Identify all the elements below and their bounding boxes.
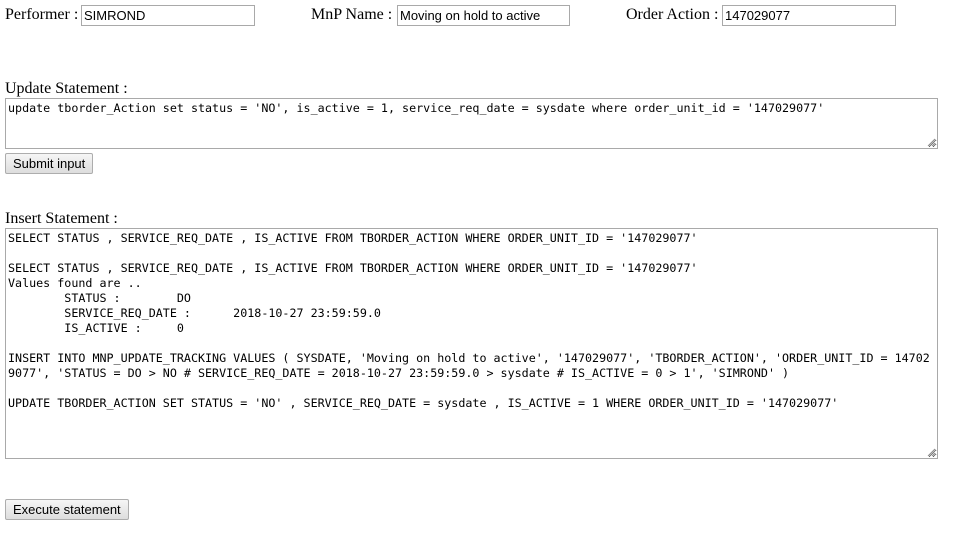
submit-input-button[interactable]: Submit input: [5, 153, 94, 174]
order-action-label: Order Action :: [626, 6, 719, 23]
update-statement-textarea[interactable]: update tborder_Action set status = 'NO',…: [5, 98, 938, 149]
order-action-input[interactable]: [722, 5, 896, 26]
update-statement-label: Update Statement :: [5, 80, 128, 97]
mnp-name-label: MnP Name :: [311, 6, 393, 23]
insert-statement-textarea[interactable]: SELECT STATUS , SERVICE_REQ_DATE , IS_AC…: [5, 228, 938, 459]
performer-input[interactable]: [81, 5, 255, 26]
insert-statement-label: Insert Statement :: [5, 210, 118, 227]
execute-statement-button[interactable]: Execute statement: [5, 499, 129, 520]
performer-label: Performer :: [5, 6, 79, 23]
mnp-name-input[interactable]: [397, 5, 570, 26]
